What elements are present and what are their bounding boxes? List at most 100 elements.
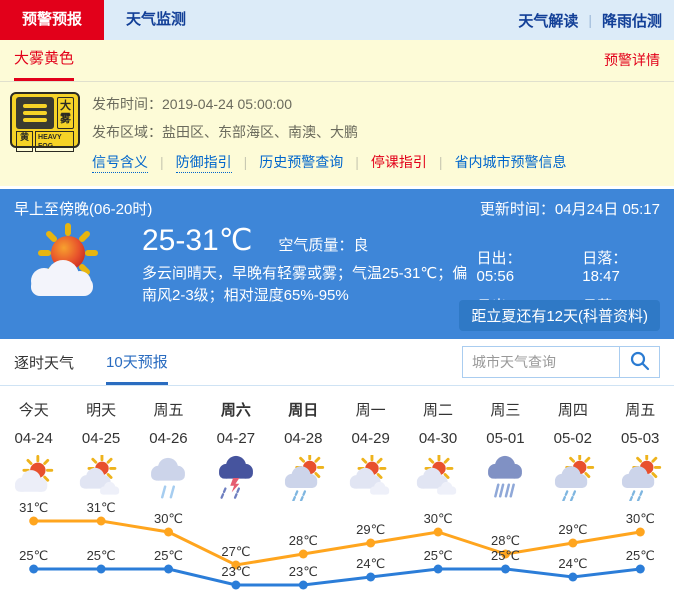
- top-nav-link[interactable]: 天气解读: [518, 10, 578, 31]
- top-nav-tab[interactable]: 预警预报: [0, 0, 104, 40]
- warning-link[interactable]: 防御指引: [176, 154, 232, 173]
- warning-link[interactable]: 省内城市预警信息: [455, 154, 567, 170]
- day-name: 周三: [472, 399, 539, 420]
- day-date: 04-28: [270, 430, 337, 447]
- day-date: 05-03: [607, 430, 674, 447]
- svg-text:29℃: 29℃: [558, 522, 587, 537]
- publish-time-value: 2019-04-24 05:00:00: [162, 96, 292, 112]
- warning-detail-link[interactable]: 预警详情: [604, 40, 660, 81]
- svg-text:31℃: 31℃: [19, 501, 48, 515]
- warning-link[interactable]: 信号含义: [92, 154, 148, 173]
- temperature-range: 25-31℃: [142, 223, 252, 258]
- warning-category-tab[interactable]: 大雾黄色: [14, 40, 74, 81]
- thunderstorm-icon: [202, 455, 269, 501]
- fog-bars-glyph: [16, 97, 54, 129]
- search-button[interactable]: [620, 346, 660, 378]
- svg-text:25℃: 25℃: [626, 548, 655, 563]
- sun-clouds-icon: [404, 455, 471, 501]
- forecast-section: 逐时天气10天预报 今天04-24明天04-25周五04-26周六04-27周日…: [0, 339, 674, 591]
- city-search-input[interactable]: [462, 346, 620, 378]
- forecast-day-column: 周日 04-28: [270, 399, 337, 501]
- forecast-day-column: 周三 05-01: [472, 399, 539, 501]
- day-name: 明天: [67, 399, 134, 420]
- sun-rain-icon: [539, 455, 606, 501]
- svg-text:24℃: 24℃: [558, 556, 587, 571]
- svg-text:30℃: 30℃: [154, 511, 183, 526]
- day-name: 周四: [539, 399, 606, 420]
- warning-link[interactable]: 历史预警查询: [259, 154, 343, 170]
- svg-text:28℃: 28℃: [289, 533, 318, 548]
- publish-area-line: 发布区域：盐田区、东部海区、南澳、大鹏: [92, 122, 567, 142]
- top-nav-tab[interactable]: 天气监测: [104, 0, 208, 40]
- publish-time-label: 发布时间：: [92, 96, 162, 112]
- day-name: 周二: [404, 399, 471, 420]
- publish-area-label: 发布区域：: [92, 124, 162, 140]
- fog-level-badge: 黄: [16, 131, 33, 152]
- warning-link-separator: |: [355, 154, 359, 170]
- svg-text:25℃: 25℃: [87, 548, 116, 563]
- forecast-tabs: 逐时天气 10天预报: [14, 339, 200, 385]
- top-nav: 预警预报天气监测 天气解读 | 降雨估测: [0, 0, 674, 40]
- publish-time-line: 发布时间：2019-04-24 05:00:00: [92, 94, 567, 114]
- warning-link[interactable]: 停课指引: [371, 154, 427, 170]
- day-name: 周一: [337, 399, 404, 420]
- forecast-days-row: 今天04-24明天04-25周五04-26周六04-27周日04-28周一04-…: [0, 399, 674, 501]
- day-date: 04-24: [0, 430, 67, 447]
- day-name: 周六: [202, 399, 269, 420]
- day-date: 04-26: [135, 430, 202, 447]
- sun-rain-icon: [607, 455, 674, 501]
- sun-clouds-icon: [67, 455, 134, 501]
- top-nav-link[interactable]: 降雨估测: [602, 10, 662, 31]
- forecast-day-column: 今天 04-24: [0, 399, 67, 501]
- day-date: 05-02: [539, 430, 606, 447]
- day-name: 今天: [0, 399, 67, 420]
- warning-body: 大雾 黄 HEAVY FOG 发布时间：2019-04-24 05:00:00 …: [0, 82, 674, 186]
- city-search: [462, 346, 660, 378]
- period-title: 早上至傍晚(06-20时): [14, 198, 152, 219]
- air-quality: 空气质量：良: [278, 234, 368, 255]
- svg-text:23℃: 23℃: [289, 564, 318, 579]
- weather-description: 多云间晴天，早晚有轻雾或雾；气温25-31℃；偏南风2-3级；相对湿度65%-9…: [142, 263, 477, 307]
- forecast-day-column: 周一 04-29: [337, 399, 404, 501]
- top-nav-separator: |: [588, 12, 592, 28]
- svg-text:31℃: 31℃: [87, 501, 116, 515]
- warning-links: 信号含义 | 防御指引 | 历史预警查询 | 停课指引 | 省内城市预警信息: [92, 152, 567, 186]
- weather-page: 预警预报天气监测 天气解读 | 降雨估测 大雾黄色 预警详情 大雾 黄 HEAVY …: [0, 0, 674, 591]
- forecast-tabbar: 逐时天气 10天预报: [0, 339, 674, 386]
- day-date: 04-27: [202, 430, 269, 447]
- publish-area-value: 盐田区、东部海区、南澳、大鹏: [162, 124, 358, 140]
- warning-section: 大雾黄色 预警详情 大雾 黄 HEAVY FOG 发布时间：2019-04-24…: [0, 40, 674, 186]
- solar-term-button[interactable]: 距立夏还有12天(科普资料): [459, 300, 660, 331]
- svg-text:27℃: 27℃: [221, 544, 250, 559]
- svg-text:25℃: 25℃: [491, 548, 520, 563]
- svg-text:25℃: 25℃: [424, 548, 453, 563]
- svg-text:30℃: 30℃: [626, 511, 655, 526]
- day-name: 周五: [607, 399, 674, 420]
- current-weather-icon: [14, 223, 114, 333]
- day-date: 04-25: [67, 430, 134, 447]
- forecast-tab[interactable]: 逐时天气: [14, 343, 74, 385]
- warning-link-separator: |: [439, 154, 443, 170]
- current-panel-header: 早上至傍晚(06-20时) 更新时间：04月24日 05:17: [14, 198, 660, 219]
- day-date: 04-29: [337, 430, 404, 447]
- astro-item: 日落：18:47: [582, 247, 660, 285]
- update-time: 更新时间：04月24日 05:17: [480, 198, 660, 219]
- forecast-tab[interactable]: 10天预报: [106, 343, 168, 385]
- svg-text:29℃: 29℃: [356, 522, 385, 537]
- day-name: 周日: [270, 399, 337, 420]
- forecast-day-column: 明天 04-25: [67, 399, 134, 501]
- sun-rain-icon: [270, 455, 337, 501]
- warning-info: 发布时间：2019-04-24 05:00:00 发布区域：盐田区、东部海区、南…: [92, 92, 567, 186]
- current-summary: 25-31℃ 空气质量：良 多云间晴天，早晚有轻雾或雾；气温25-31℃；偏南风…: [142, 223, 477, 333]
- warning-link-separator: |: [244, 154, 248, 170]
- fog-level-en-badge: HEAVY FOG: [35, 131, 74, 152]
- forecast-day-column: 周二04-30: [404, 399, 471, 501]
- day-date: 05-01: [472, 430, 539, 447]
- forecast-day-column: 周五04-26: [135, 399, 202, 501]
- search-icon: [629, 350, 651, 375]
- heavy-fog-warning-icon: 大雾 黄 HEAVY FOG: [10, 92, 80, 148]
- current-weather-panel: 早上至傍晚(06-20时) 更新时间：04月24日 05:17: [0, 189, 674, 339]
- top-nav-links: 天气解读 | 降雨估测: [518, 0, 674, 40]
- warning-link-separator: |: [160, 154, 164, 170]
- svg-text:30℃: 30℃: [424, 511, 453, 526]
